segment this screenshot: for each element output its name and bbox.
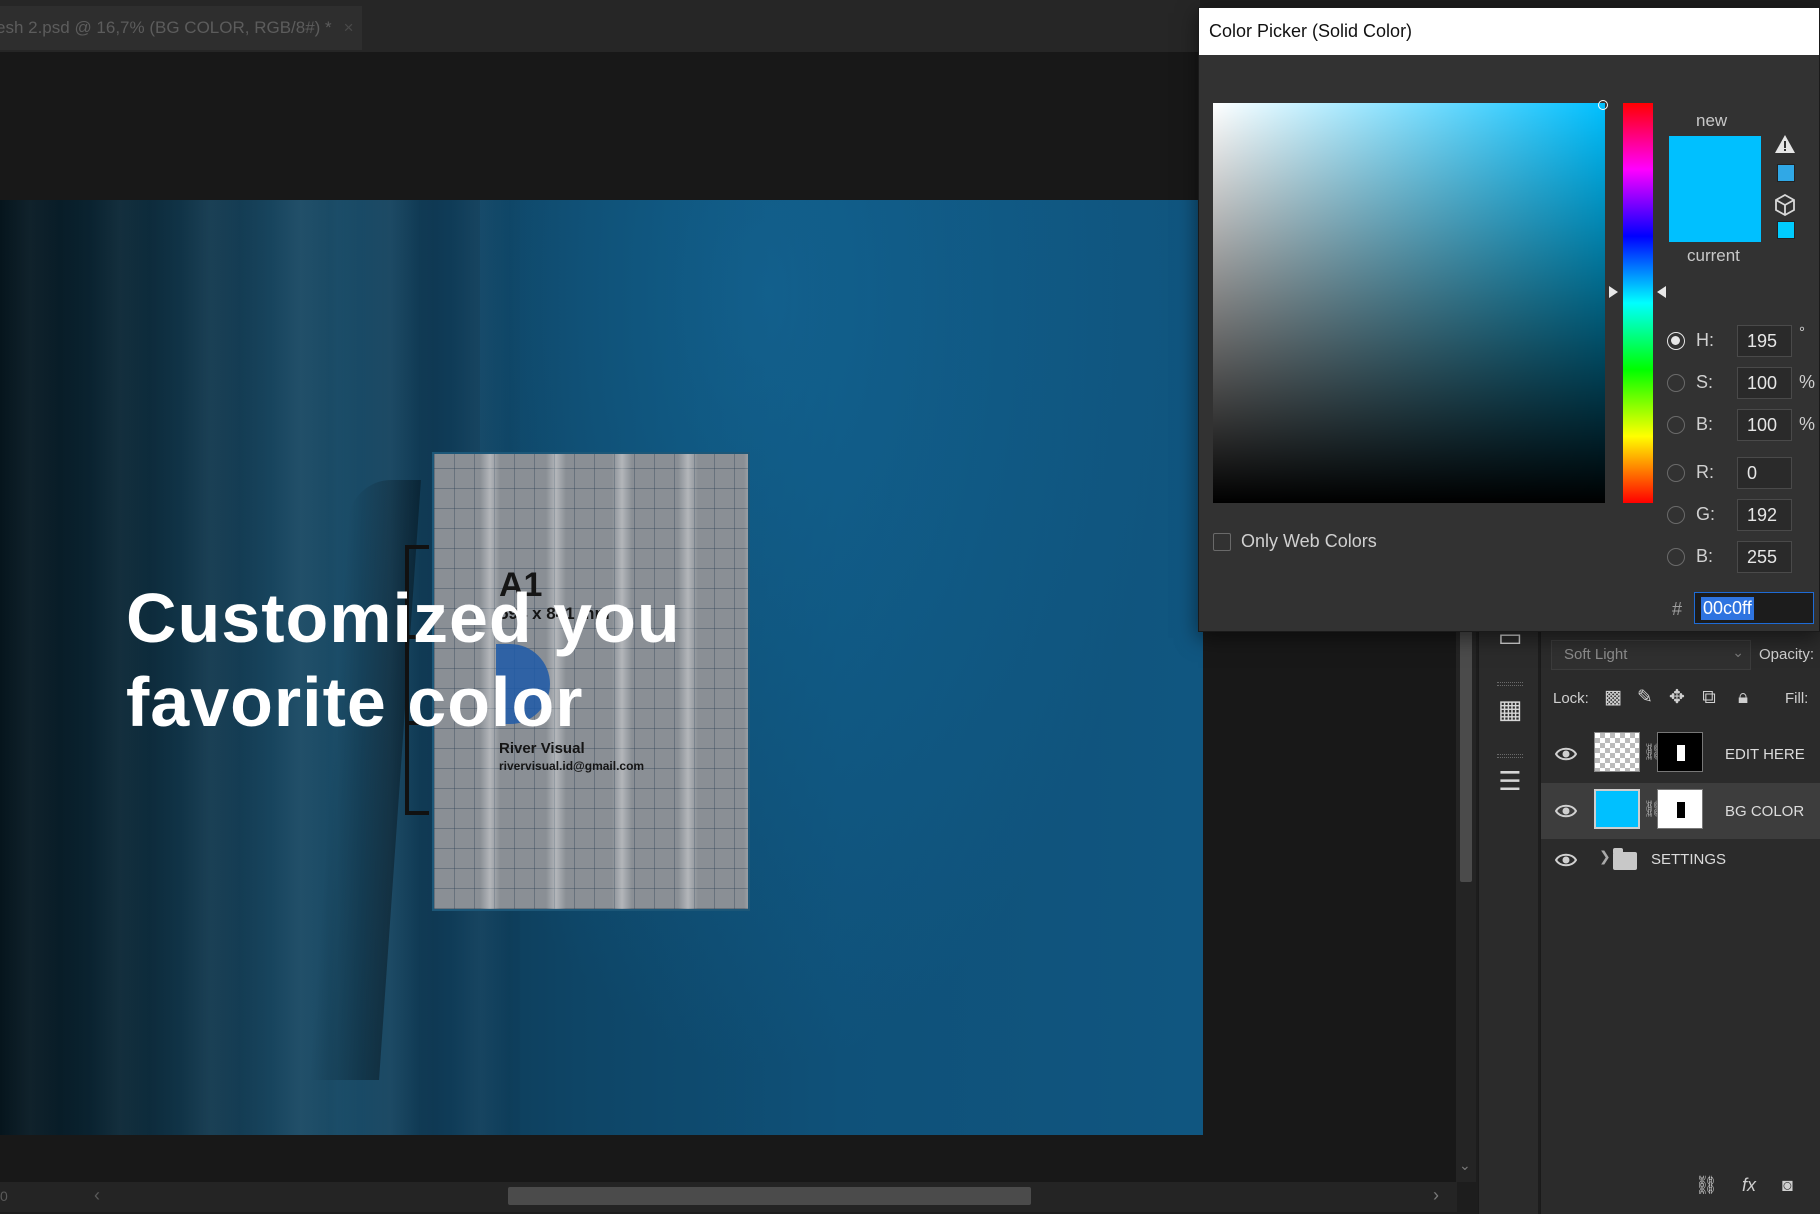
strip-grip[interactable]	[1497, 754, 1523, 758]
hue-slider[interactable]	[1623, 103, 1653, 503]
saturation-brightness-field[interactable]	[1213, 100, 1608, 503]
fx-icon[interactable]: fx	[1742, 1175, 1756, 1196]
layers-panel: Soft Light ⌄ Opacity: Lock: ▩ ✎ ✥ ⧉ 🔒︎ F…	[1540, 620, 1820, 1214]
eye-icon[interactable]	[1555, 850, 1577, 870]
brightness-radio[interactable]	[1667, 416, 1685, 434]
opacity-label: Opacity:	[1759, 646, 1815, 663]
web-safe-color-swatch[interactable]	[1777, 221, 1795, 239]
hue-label: H:	[1696, 330, 1714, 350]
layer-row-bg-color[interactable]: ⛓ BG COLOR	[1541, 783, 1820, 839]
red-input[interactable]: 0	[1737, 457, 1792, 489]
hue-radio[interactable]	[1667, 332, 1685, 350]
status-zoom: 0	[0, 1188, 8, 1204]
swatches-panel-icon[interactable]: ▦	[1493, 692, 1527, 726]
layer-name[interactable]: BG COLOR	[1725, 803, 1804, 820]
lock-label: Lock:	[1553, 690, 1589, 707]
eye-icon[interactable]	[1555, 801, 1577, 821]
eye-icon[interactable]	[1555, 744, 1577, 764]
paragraph-panel-icon[interactable]: ☰	[1493, 764, 1527, 798]
saturation-input[interactable]: 100	[1737, 367, 1792, 399]
panel-tool-strip: ▭ ▦ ☰	[1478, 620, 1538, 1214]
only-web-colors-checkbox[interactable]	[1213, 533, 1231, 551]
chevron-right-icon[interactable]: ❯	[1599, 848, 1611, 865]
blend-mode-select[interactable]: Soft Light ⌄	[1551, 640, 1751, 670]
green-input[interactable]: 192	[1737, 499, 1792, 531]
chevron-down-icon: ⌄	[1732, 644, 1744, 660]
layer-name[interactable]: EDIT HERE	[1725, 746, 1805, 763]
out-of-gamut-warning-icon[interactable]	[1774, 134, 1796, 154]
layer-mask-thumbnail[interactable]	[1657, 789, 1703, 829]
scroll-down-icon[interactable]: ⌄	[1459, 1157, 1471, 1174]
hex-value: 00c0ff	[1701, 597, 1754, 620]
current-color-label: current	[1687, 246, 1740, 265]
layer-mask-thumbnail[interactable]	[1657, 732, 1703, 772]
hex-input[interactable]: 00c0ff	[1694, 592, 1814, 624]
canvas-headline: Customized you favorite color	[126, 576, 681, 744]
document-tab-close-icon[interactable]: ×	[344, 18, 354, 38]
red-radio[interactable]	[1667, 464, 1685, 482]
blue-input[interactable]: 255	[1737, 541, 1792, 573]
document-tab-title: esh 2.psd @ 16,7% (BG COLOR, RGB/8#) *	[0, 18, 332, 37]
green-label: G:	[1696, 504, 1716, 524]
percent-unit: %	[1799, 372, 1816, 392]
brightness-label: B:	[1696, 414, 1714, 434]
document-tab[interactable]: esh 2.psd @ 16,7% (BG COLOR, RGB/8#) * ×	[0, 6, 362, 50]
saturation-radio[interactable]	[1667, 374, 1685, 392]
scroll-left-icon[interactable]: ‹	[94, 1185, 100, 1206]
fill-layer-thumbnail[interactable]	[1594, 789, 1640, 829]
gamut-color-swatch[interactable]	[1777, 164, 1795, 182]
hue-input[interactable]: 195	[1737, 325, 1792, 357]
percent-unit: %	[1799, 414, 1816, 434]
new-color-swatch	[1669, 136, 1761, 190]
color-marker[interactable]	[1598, 100, 1608, 110]
headline-line-2: favorite color	[126, 663, 584, 741]
folder-icon	[1613, 848, 1637, 870]
document-canvas[interactable]: A1 594 x 841 mm River Visual rivervisual…	[0, 200, 1203, 1135]
lock-transparent-pixels-icon[interactable]: ▩	[1601, 686, 1625, 710]
smart-object-thumbnail[interactable]	[1594, 732, 1640, 772]
degree-unit: °	[1799, 324, 1805, 341]
headline-line-1: Customized you	[126, 579, 681, 657]
hue-slider-handle-right[interactable]	[1657, 286, 1666, 298]
lock-all-icon[interactable]: 🔒︎	[1731, 686, 1755, 710]
current-color-swatch[interactable]	[1669, 190, 1761, 242]
horizontal-scrollbar[interactable]: 0 ‹ ›	[0, 1182, 1457, 1212]
blue-radio[interactable]	[1667, 548, 1685, 566]
add-mask-icon[interactable]: ◙	[1782, 1175, 1793, 1196]
layer-row-settings-group[interactable]: ❯ SETTINGS	[1541, 840, 1820, 880]
only-web-colors-label[interactable]: Only Web Colors	[1241, 531, 1377, 552]
hex-hash-label: #	[1672, 599, 1683, 619]
layer-row-edit-here[interactable]: ⛓ EDIT HERE	[1541, 726, 1820, 782]
link-layers-icon[interactable]: ⛓	[1695, 1175, 1718, 1196]
web-safe-cube-icon[interactable]	[1775, 194, 1795, 216]
document-tab-bar: esh 2.psd @ 16,7% (BG COLOR, RGB/8#) * ×	[0, 0, 1200, 52]
dialog-titlebar[interactable]: Color Picker (Solid Color)	[1199, 8, 1819, 55]
new-color-label: new	[1696, 111, 1728, 130]
blend-mode-value: Soft Light	[1564, 646, 1628, 663]
fill-label: Fill:	[1785, 690, 1809, 707]
hue-slider-handle-left[interactable]	[1609, 286, 1618, 298]
lock-artboard-icon[interactable]: ⧉	[1697, 686, 1721, 710]
group-name[interactable]: SETTINGS	[1651, 851, 1726, 868]
lock-position-icon[interactable]: ✥	[1665, 686, 1689, 710]
red-label: R:	[1696, 462, 1714, 482]
horizontal-scroll-thumb[interactable]	[508, 1187, 1031, 1205]
lock-image-pixels-icon[interactable]: ✎	[1633, 686, 1657, 710]
dialog-title: Color Picker (Solid Color)	[1209, 21, 1413, 41]
strip-grip[interactable]	[1497, 682, 1523, 686]
brightness-input[interactable]: 100	[1737, 409, 1792, 441]
green-radio[interactable]	[1667, 506, 1685, 524]
blue-label: B:	[1696, 546, 1714, 566]
saturation-label: S:	[1696, 372, 1714, 392]
scroll-right-icon[interactable]: ›	[1433, 1185, 1439, 1206]
color-picker-dialog: Color Picker (Solid Color) new current O…	[1198, 7, 1820, 632]
poster-email: rivervisual.id@gmail.com	[499, 759, 645, 773]
